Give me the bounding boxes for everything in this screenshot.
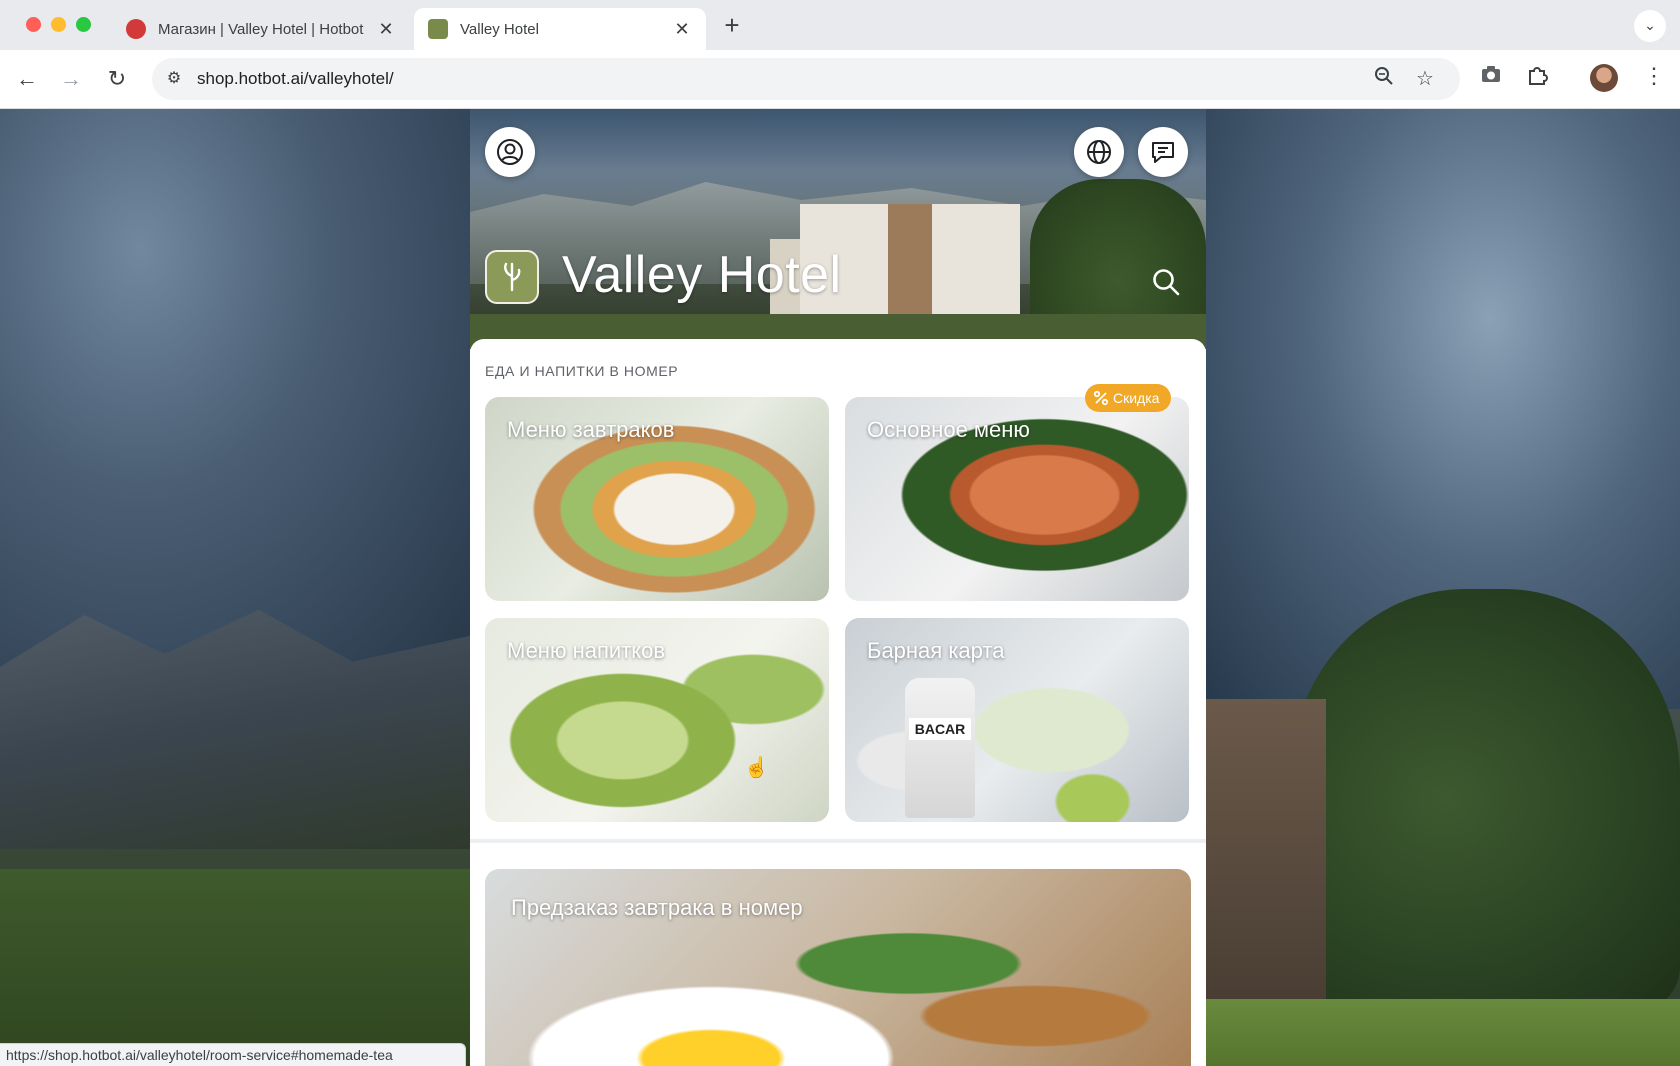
category-label: Барная карта — [867, 638, 1005, 663]
hero-banner: Valley Hotel — [470, 109, 1206, 349]
forward-arrow-icon[interactable]: → — [56, 64, 86, 94]
site-settings-icon[interactable]: ⚙ — [162, 67, 186, 91]
background-trees — [1290, 589, 1680, 1009]
background-meadow — [0, 869, 470, 1066]
pointer-hand-icon: ☝ — [744, 757, 769, 779]
category-label: Меню завтраков — [507, 417, 675, 442]
user-circle-icon — [497, 139, 523, 165]
preorder-breakfast-card[interactable]: Предзаказ завтрака в номер — [485, 869, 1191, 1066]
hotel-app: Valley Hotel ЕДА И НАПИТКИ В НОМЕР Меню … — [470, 109, 1206, 1066]
bookmark-star-icon[interactable]: ☆ — [1416, 66, 1434, 91]
discount-badge: Скидка — [1085, 384, 1172, 412]
menu-sheet: ЕДА И НАПИТКИ В НОМЕР Меню завтраков Осн… — [470, 339, 1206, 1066]
bottle-image — [905, 678, 975, 818]
url-text[interactable]: shop.hotbot.ai/valleyhotel/ — [197, 69, 394, 89]
bottle-label-text: BACAR — [909, 718, 971, 740]
category-card-drinks[interactable]: Меню напитков — [485, 618, 829, 822]
background-building — [1206, 699, 1326, 999]
extensions-puzzle-icon[interactable] — [1526, 64, 1548, 92]
browser-toolbar: ← → ↻ ⚙ shop.hotbot.ai/valleyhotel/ ☆ ⋮ — [0, 50, 1680, 109]
category-card-breakfast[interactable]: Меню завтраков — [485, 397, 829, 601]
reload-icon[interactable]: ↻ — [102, 64, 132, 94]
category-card-main-menu[interactable]: Основное меню — [845, 397, 1189, 601]
preorder-label: Предзаказ завтрака в номер — [511, 895, 803, 920]
window-close-button[interactable] — [26, 17, 41, 32]
browser-menu-icon[interactable]: ⋮ — [1643, 63, 1665, 89]
section-divider — [470, 839, 1206, 843]
hotbot-favicon-icon — [126, 19, 146, 39]
category-card-bar[interactable]: BACAR Барная карта — [845, 618, 1189, 822]
tab-search-chevron-icon[interactable]: ⌄ — [1634, 10, 1666, 42]
tab-title: Valley Hotel — [460, 20, 539, 38]
address-bar[interactable]: ⚙ shop.hotbot.ai/valleyhotel/ ☆ — [152, 58, 1460, 100]
category-label: Меню напитков — [507, 638, 666, 663]
language-button[interactable] — [1074, 127, 1124, 177]
category-label: Основное меню — [867, 417, 1030, 442]
chat-bubble-icon — [1152, 142, 1174, 163]
chat-button[interactable] — [1138, 127, 1188, 177]
percent-icon — [1093, 390, 1109, 406]
camera-icon[interactable] — [1480, 64, 1502, 90]
search-button[interactable] — [1150, 266, 1182, 298]
window-minimize-button[interactable] — [51, 17, 66, 32]
close-icon[interactable]: ✕ — [376, 19, 396, 40]
background-meadow — [1206, 999, 1680, 1066]
close-icon[interactable]: ✕ — [672, 19, 692, 40]
new-tab-button[interactable]: + — [718, 10, 746, 41]
background-sky — [0, 109, 470, 669]
profile-avatar[interactable] — [1590, 64, 1618, 92]
globe-icon — [1087, 140, 1111, 164]
account-button[interactable] — [485, 127, 535, 177]
badge-label: Скидка — [1113, 390, 1160, 406]
tab-valley-hotel[interactable]: Valley Hotel ✕ — [414, 8, 706, 50]
valley-hotel-favicon-icon — [428, 19, 448, 39]
search-icon — [1153, 269, 1180, 296]
tab-shop[interactable]: Магазин | Valley Hotel | Hotbot ✕ — [112, 8, 410, 50]
hotel-logo-icon — [504, 262, 521, 292]
tab-title: Магазин | Valley Hotel | Hotbot — [158, 20, 364, 38]
page-viewport: Valley Hotel ЕДА И НАПИТКИ В НОМЕР Меню … — [0, 109, 1680, 1066]
back-arrow-icon[interactable]: ← — [12, 64, 42, 94]
browser-tab-bar: Магазин | Valley Hotel | Hotbot ✕ Valley… — [0, 0, 1680, 50]
hotel-logo — [485, 250, 539, 304]
zoom-icon[interactable] — [1374, 66, 1394, 91]
link-status-bar: https://shop.hotbot.ai/valleyhotel/room-… — [0, 1043, 466, 1066]
hotel-name: Valley Hotel — [562, 246, 842, 304]
window-zoom-button[interactable] — [76, 17, 91, 32]
section-title: ЕДА И НАПИТКИ В НОМЕР — [485, 363, 679, 379]
